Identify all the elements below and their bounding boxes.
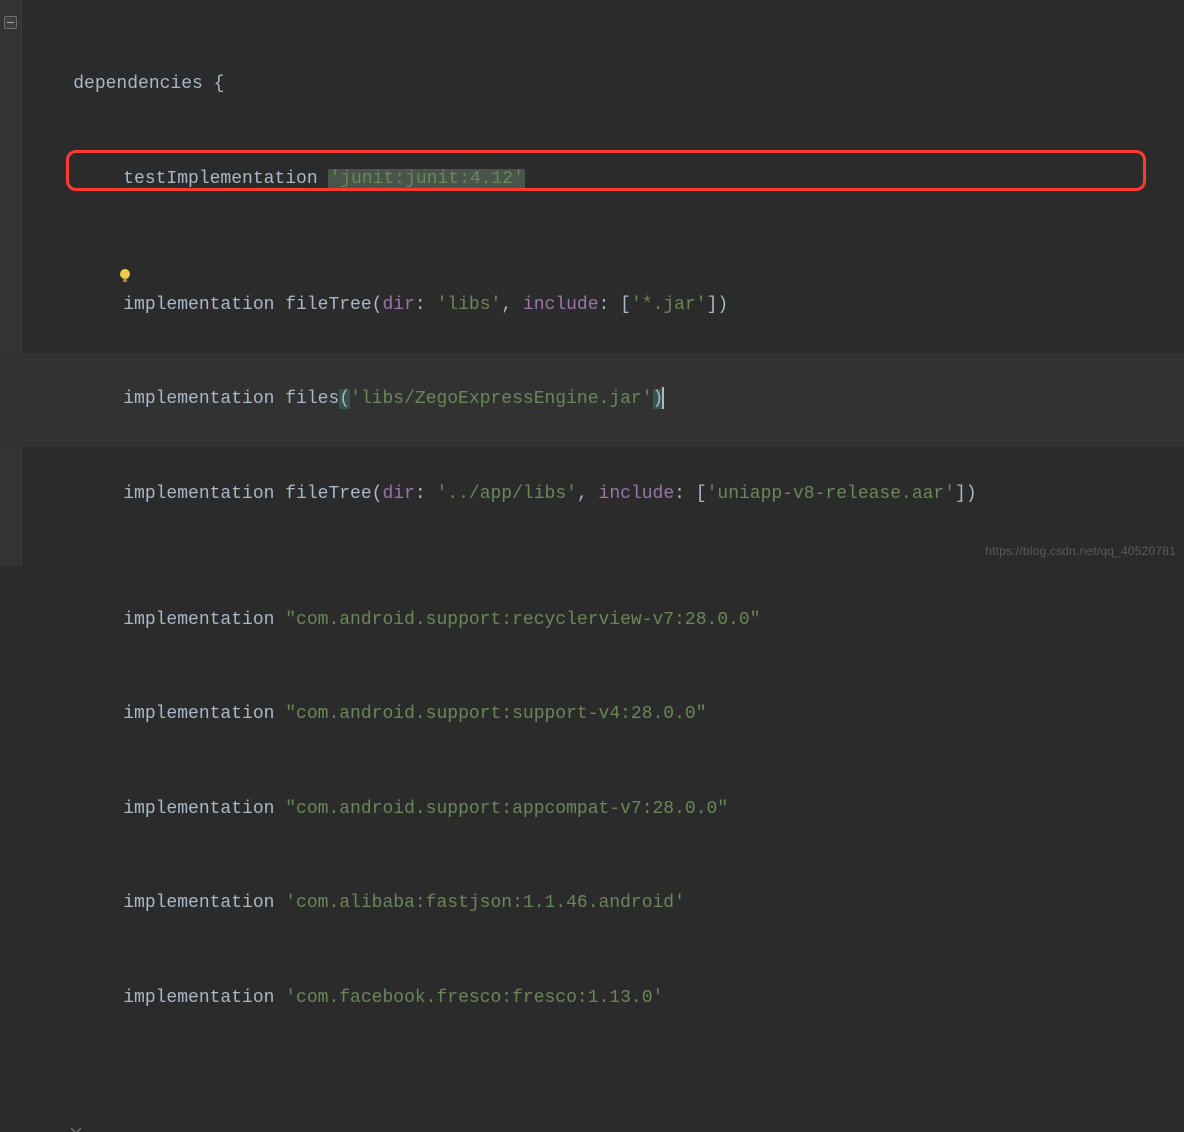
token: files xyxy=(285,389,339,409)
token: fileTree xyxy=(285,295,371,315)
token: 'com.facebook.fresco:fresco:1.13.0' xyxy=(285,988,663,1008)
code-line-comment[interactable]: /*implementation 'com.android.support:ap… xyxy=(0,1077,1184,1132)
code-line[interactable]: dependencies { xyxy=(0,6,1184,132)
token: fileTree xyxy=(285,484,371,504)
lightbulb-icon[interactable] xyxy=(52,234,68,250)
token: 'com.alibaba:fastjson:1.1.46.android' xyxy=(285,893,685,913)
token: include xyxy=(523,295,599,315)
token: , xyxy=(577,484,599,504)
token: 'junit:junit:4.12' xyxy=(328,169,524,189)
token: dir xyxy=(382,295,414,315)
token: ) xyxy=(966,484,977,504)
code-line[interactable]: implementation "com.android.support:supp… xyxy=(0,668,1184,763)
token: { xyxy=(214,74,225,94)
token: implementation xyxy=(123,893,285,913)
token: implementation xyxy=(123,610,285,630)
code-line[interactable]: implementation 'com.facebook.fresco:fres… xyxy=(0,951,1184,1046)
token: ( xyxy=(372,484,383,504)
token: 'libs/ZegoExpressEngine.jar' xyxy=(350,389,652,409)
token: implementation xyxy=(123,484,285,504)
code-line[interactable]: implementation "com.android.support:appc… xyxy=(0,762,1184,857)
token: "com.android.support:support-v4:28.0.0" xyxy=(285,704,706,724)
token: "com.android.support:appcompat-v7:28.0.0… xyxy=(285,799,728,819)
code-line-active[interactable]: implementation files('libs/ZegoExpressEn… xyxy=(0,353,1184,448)
token: '*.jar' xyxy=(631,295,707,315)
token: implementation xyxy=(123,704,285,724)
code-line-highlighted[interactable]: implementation fileTree(dir: '../app/lib… xyxy=(0,447,1184,542)
token: [ xyxy=(696,484,707,504)
watermark-text: https://blog.csdn.net/qq_40520781 xyxy=(985,541,1176,562)
token: ] xyxy=(955,484,966,504)
token: , xyxy=(501,295,523,315)
code-line[interactable]: implementation "com.android.support:recy… xyxy=(0,573,1184,668)
token: [ xyxy=(620,295,631,315)
code-line-blank[interactable] xyxy=(0,1046,1184,1078)
fold-minus-icon[interactable] xyxy=(4,16,17,29)
token: implementation xyxy=(123,389,285,409)
token: implementation xyxy=(123,988,285,1008)
token: : xyxy=(599,295,621,315)
token: ) xyxy=(717,295,728,315)
token: dir xyxy=(382,484,414,504)
code-line[interactable]: implementation fileTree(dir: 'libs', inc… xyxy=(0,227,1184,353)
token: testImplementation xyxy=(123,169,328,189)
caret-icon xyxy=(662,387,664,409)
token: : xyxy=(415,295,437,315)
code-editor[interactable]: dependencies { testImplementation 'junit… xyxy=(0,0,1184,1132)
token: implementation xyxy=(123,295,285,315)
token: dependencies xyxy=(73,74,213,94)
token: '../app/libs' xyxy=(437,484,577,504)
token: 'libs' xyxy=(437,295,502,315)
token: ] xyxy=(707,295,718,315)
token: : xyxy=(674,484,696,504)
code-line[interactable]: testImplementation 'junit:junit:4.12' xyxy=(0,132,1184,227)
code-line[interactable]: implementation 'com.alibaba:fastjson:1.1… xyxy=(0,857,1184,952)
token: implementation xyxy=(123,799,285,819)
token: : xyxy=(415,484,437,504)
token: "com.android.support:recyclerview-v7:28.… xyxy=(285,610,760,630)
fold-handle-icon[interactable] xyxy=(4,1087,17,1100)
token: include xyxy=(599,484,675,504)
token: 'uniapp-v8-release.aar' xyxy=(707,484,955,504)
token: ( xyxy=(372,295,383,315)
token: ( xyxy=(339,389,350,409)
